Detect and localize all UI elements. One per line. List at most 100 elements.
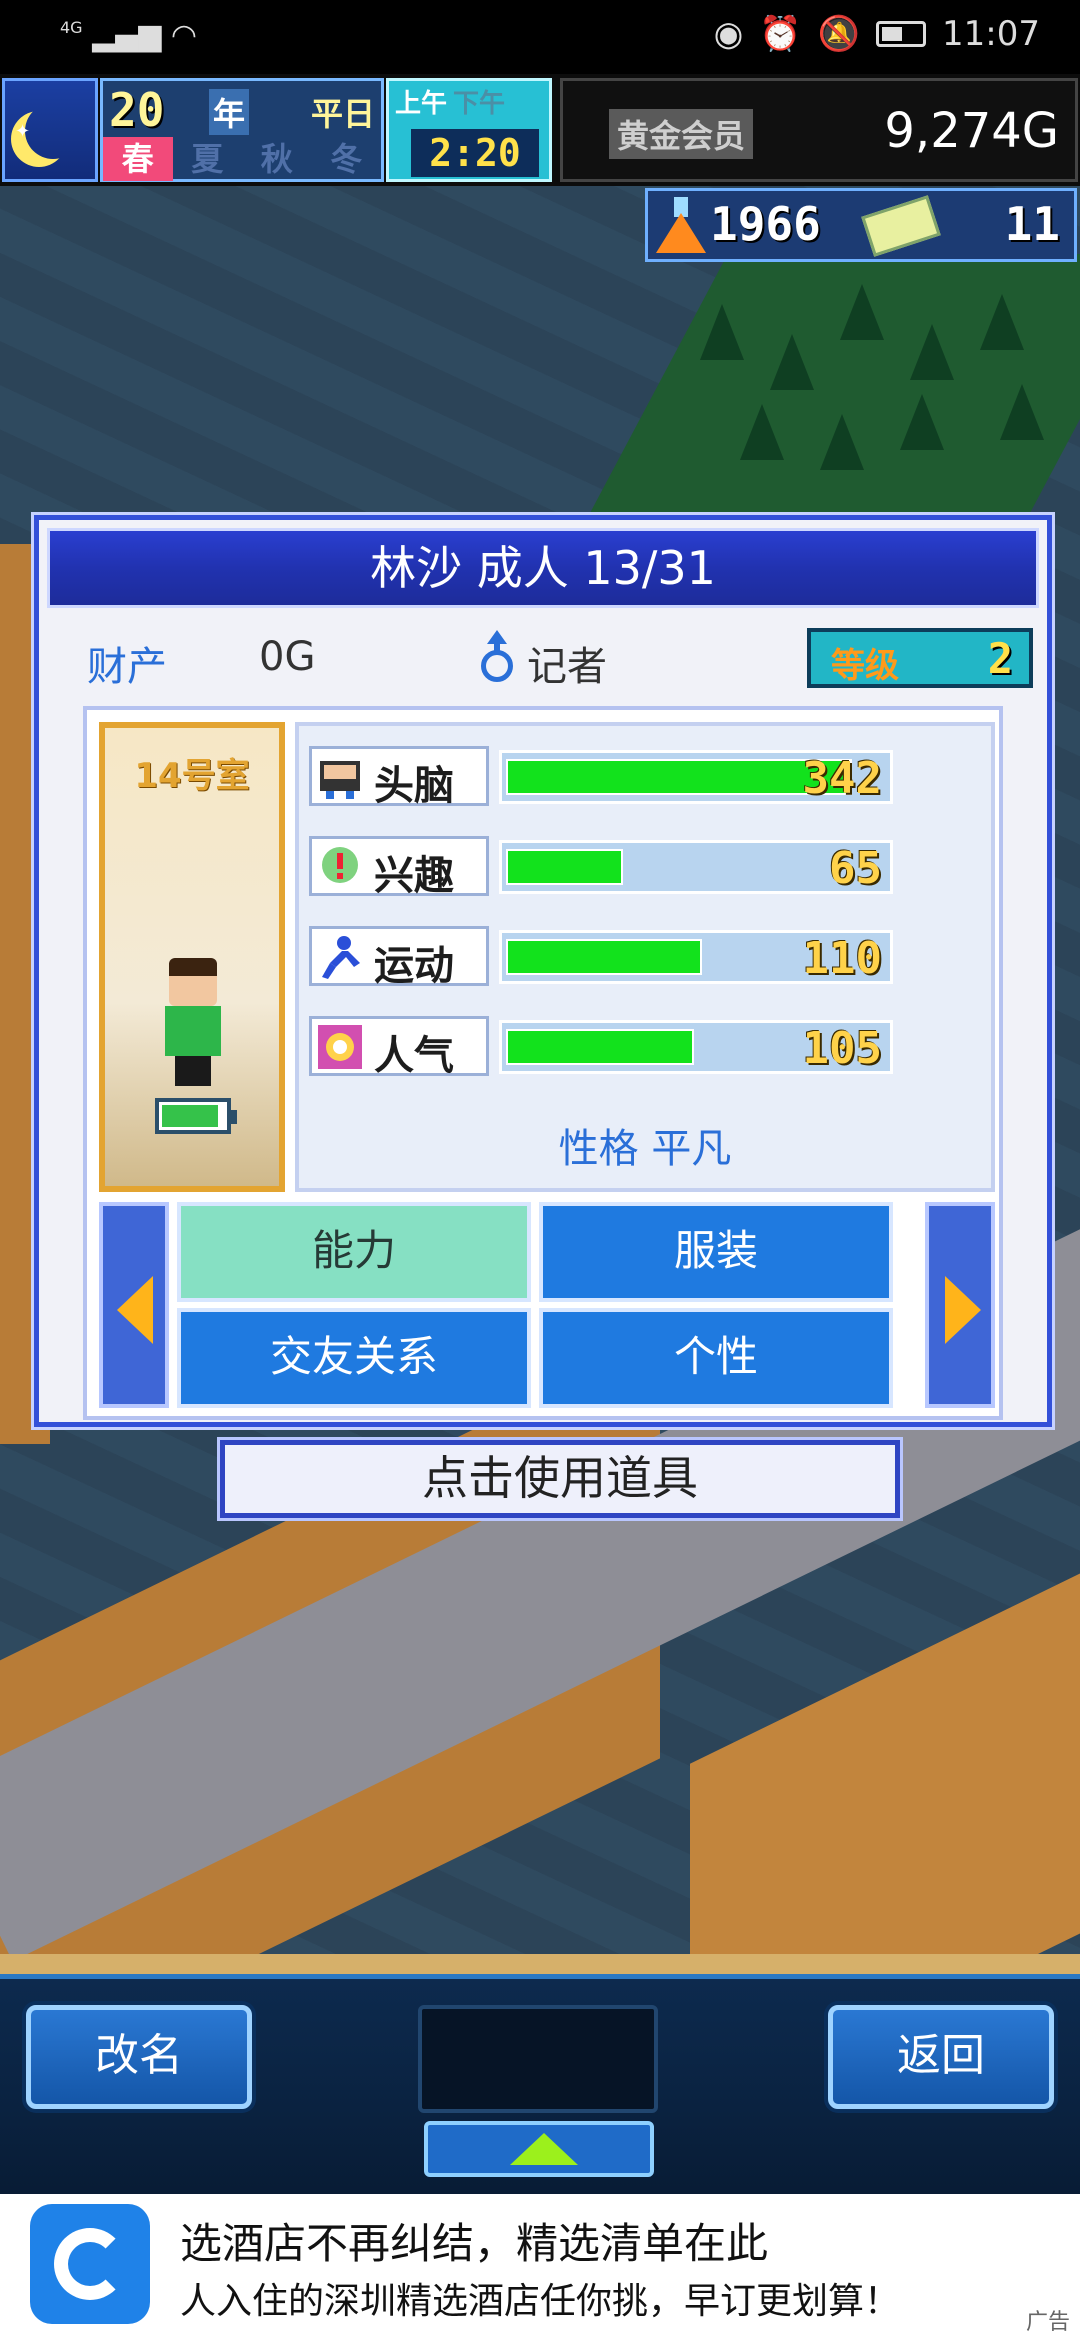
- top-hud: ✦ 20 年 平日 春 夏 秋 冬 上午 下午 2:20 黄金会员 9,274G: [0, 74, 1080, 186]
- stat-row-brain: 头脑 342: [309, 746, 893, 810]
- mute-icon: 🔕: [817, 14, 861, 54]
- tree: [900, 394, 944, 450]
- tree: [910, 324, 954, 380]
- signal-icon: ▂▄▆: [92, 18, 162, 53]
- character-sprite: [161, 958, 225, 1088]
- expand-menu-button[interactable]: [424, 2121, 654, 2177]
- season-spring: 春: [103, 137, 173, 181]
- pm-label: 下午: [453, 89, 506, 119]
- stat-fill: [506, 849, 623, 885]
- bottom-control-bar: 改名 返回: [0, 1974, 1080, 2194]
- stat-name: 兴趣: [374, 853, 454, 899]
- personality-label: 性格 平凡: [558, 1126, 732, 1172]
- male-icon: [477, 630, 517, 686]
- stat-fill: [506, 1029, 694, 1065]
- tree: [840, 284, 884, 340]
- season-strip: 春 夏 秋 冬: [103, 137, 381, 181]
- tab-personality[interactable]: 个性: [539, 1308, 893, 1408]
- brain-icon: [320, 761, 360, 799]
- year-unit: 年: [209, 89, 250, 135]
- room-card[interactable]: 14号室: [99, 722, 285, 1192]
- tree: [820, 414, 864, 470]
- membership-badge: 黄金会员: [609, 109, 754, 159]
- battery-icon: [876, 21, 927, 47]
- stat-bar: 110: [499, 930, 893, 984]
- character-info-row: 财产 0G 记者 等级 2: [47, 620, 1039, 696]
- next-character-button[interactable]: [925, 1202, 995, 1408]
- tree: [1000, 384, 1044, 440]
- stat-value: 105: [802, 1023, 882, 1074]
- popularity-icon: [318, 1025, 362, 1069]
- night-icon: ✦: [2, 78, 98, 182]
- stat-tag: 运动: [309, 926, 489, 989]
- stat-tag: 头脑: [309, 746, 489, 809]
- tree: [700, 304, 744, 360]
- character-panel: 林沙 成人 13/31 财产 0G 记者 等级 2 14号室 头脑 342 兴趣…: [34, 515, 1052, 1427]
- stat-value: 110: [802, 933, 882, 984]
- resource-bar: 1966 11: [645, 188, 1077, 262]
- tab-friends[interactable]: 交友关系: [177, 1308, 531, 1408]
- building-floor: [690, 1544, 1080, 1974]
- ad-title: 选酒店不再纠结，精选清单在此: [180, 2219, 769, 2268]
- ad-banner[interactable]: 选酒店不再纠结，精选清单在此 人入住的深圳精选酒店任你挑，早订更划算！ 广告: [0, 2194, 1080, 2340]
- research-points: 1966: [710, 197, 821, 251]
- membership-panel[interactable]: 黄金会员 9,274G: [560, 78, 1078, 182]
- stat-tag: 人气: [309, 1016, 489, 1079]
- center-slot: [418, 2005, 658, 2113]
- property-label: 财产: [87, 644, 167, 690]
- stat-bar: 105: [499, 1020, 893, 1074]
- wall: [0, 1954, 1080, 1974]
- prev-character-button[interactable]: [99, 1202, 169, 1408]
- stat-row-sports: 运动 110: [309, 926, 893, 990]
- ad-subtitle: 人入住的深圳精选酒店任你挑，早订更划算！: [180, 2281, 901, 2322]
- tab-ability[interactable]: 能力: [177, 1202, 531, 1302]
- sports-icon: [322, 936, 360, 979]
- signal-indicator: 4G ▂▄▆ ◠: [60, 18, 197, 53]
- room-label: 14号室: [134, 756, 250, 796]
- stat-bar: 342: [499, 750, 893, 804]
- stat-value: 342: [802, 753, 882, 804]
- back-button[interactable]: 返回: [828, 2005, 1054, 2109]
- alarm-icon: ⏰: [759, 14, 802, 54]
- date-display: 20 年 平日 春 夏 秋 冬: [100, 78, 384, 182]
- energy-battery-icon: [155, 1098, 237, 1134]
- stat-value: 65: [829, 843, 882, 894]
- stat-row-popularity: 人气 105: [309, 1016, 893, 1080]
- level-label: 等级: [831, 646, 899, 686]
- weekday-label: 平日: [311, 95, 376, 133]
- eye-icon: ◉: [713, 14, 744, 54]
- year-number: 20: [109, 83, 165, 137]
- arrow-up-icon: [510, 2133, 578, 2165]
- dolphin-logo-icon: [30, 2204, 150, 2324]
- rename-button[interactable]: 改名: [26, 2005, 252, 2109]
- time-display: 上午 下午 2:20: [386, 78, 552, 182]
- stat-name: 头脑: [374, 763, 454, 809]
- interest-icon: [322, 847, 358, 883]
- season-summer: 夏: [191, 140, 224, 178]
- stat-bar: 65: [499, 840, 893, 894]
- level-value: 2: [987, 634, 1013, 683]
- gold-amount: 9,274G: [884, 103, 1059, 159]
- arrow-left-icon: [117, 1276, 153, 1344]
- job-label: 记者: [527, 644, 607, 690]
- stats-panel: 头脑 342 兴趣 65 运动 110 人气 105 性格 平凡: [295, 722, 995, 1192]
- am-pm-indicator: 上午 下午: [395, 83, 505, 120]
- stat-fill: [506, 939, 702, 975]
- character-detail: 14号室 头脑 342 兴趣 65 运动 110 人气 105 性格 平凡 能力…: [83, 706, 1003, 1420]
- research-flask-icon: [656, 197, 706, 253]
- stat-fill: [506, 759, 852, 795]
- tab-clothing[interactable]: 服装: [539, 1202, 893, 1302]
- stat-tag: 兴趣: [309, 836, 489, 899]
- am-label: 上午: [395, 89, 448, 119]
- clock-time: 11:07: [942, 14, 1040, 54]
- arrow-right-icon: [945, 1276, 981, 1344]
- season-autumn: 秋: [260, 140, 293, 178]
- tree: [740, 404, 784, 460]
- level-badge: 等级 2: [807, 628, 1033, 688]
- network-type: 4G: [60, 18, 83, 37]
- status-bar: 4G ▂▄▆ ◠ ◉ ⏰ 🔕 11:07: [0, 0, 1080, 74]
- ad-tag: 广告: [1025, 2310, 1070, 2335]
- stat-name: 运动: [374, 943, 454, 989]
- game-clock: 2:20: [411, 129, 539, 177]
- use-item-button[interactable]: 点击使用道具: [220, 1440, 900, 1518]
